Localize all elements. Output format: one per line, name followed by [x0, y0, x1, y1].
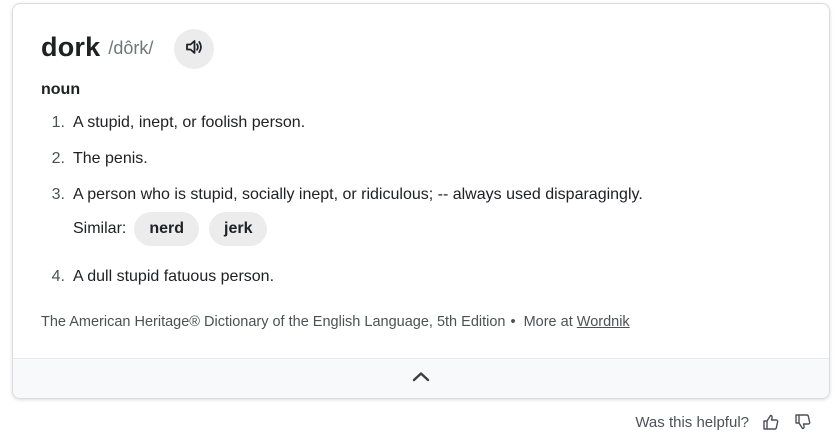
separator-dot: •: [510, 314, 516, 330]
definition-number: 4.: [51, 268, 65, 285]
thumbs-down-icon[interactable]: [793, 412, 813, 432]
similar-chip-nerd[interactable]: nerd: [134, 212, 200, 246]
part-of-speech: noun: [41, 81, 81, 98]
source-text: The American Heritage® Dictionary of the…: [41, 314, 506, 330]
wordnik-link[interactable]: Wordnik: [577, 314, 630, 330]
more-at-label: More at: [523, 314, 573, 330]
thumbs-up-icon[interactable]: [761, 412, 781, 432]
definition-text: The penis.: [73, 150, 148, 167]
feedback-bar: Was this helpful?: [635, 412, 813, 432]
definition-text: A stupid, inept, or foolish person.: [73, 114, 306, 131]
collapse-button[interactable]: [13, 358, 829, 398]
entry-header: dork /dôrk/: [41, 29, 153, 65]
source-attribution: The American Heritage® Dictionary of the…: [41, 314, 630, 330]
chevron-up-icon: [411, 370, 431, 389]
pronounce-button[interactable]: [174, 29, 214, 69]
dictionary-card: dork /dôrk/ noun 1. A stupid, inept, or …: [12, 3, 830, 399]
feedback-question: Was this helpful?: [635, 413, 749, 431]
definition-text: A person who is stupid, socially inept, …: [73, 186, 643, 203]
phonetic: /dôrk/: [108, 37, 154, 58]
similar-words: Similar: nerd jerk: [73, 212, 277, 246]
definition-number: 1.: [51, 114, 65, 131]
similar-label: Similar:: [73, 220, 127, 237]
headword: dork: [41, 31, 101, 62]
definition-text: A dull stupid fatuous person.: [73, 268, 275, 285]
definition-number: 3.: [51, 186, 65, 203]
speaker-icon: [184, 37, 204, 62]
similar-chip-jerk[interactable]: jerk: [209, 212, 268, 246]
definition-number: 2.: [51, 150, 65, 167]
